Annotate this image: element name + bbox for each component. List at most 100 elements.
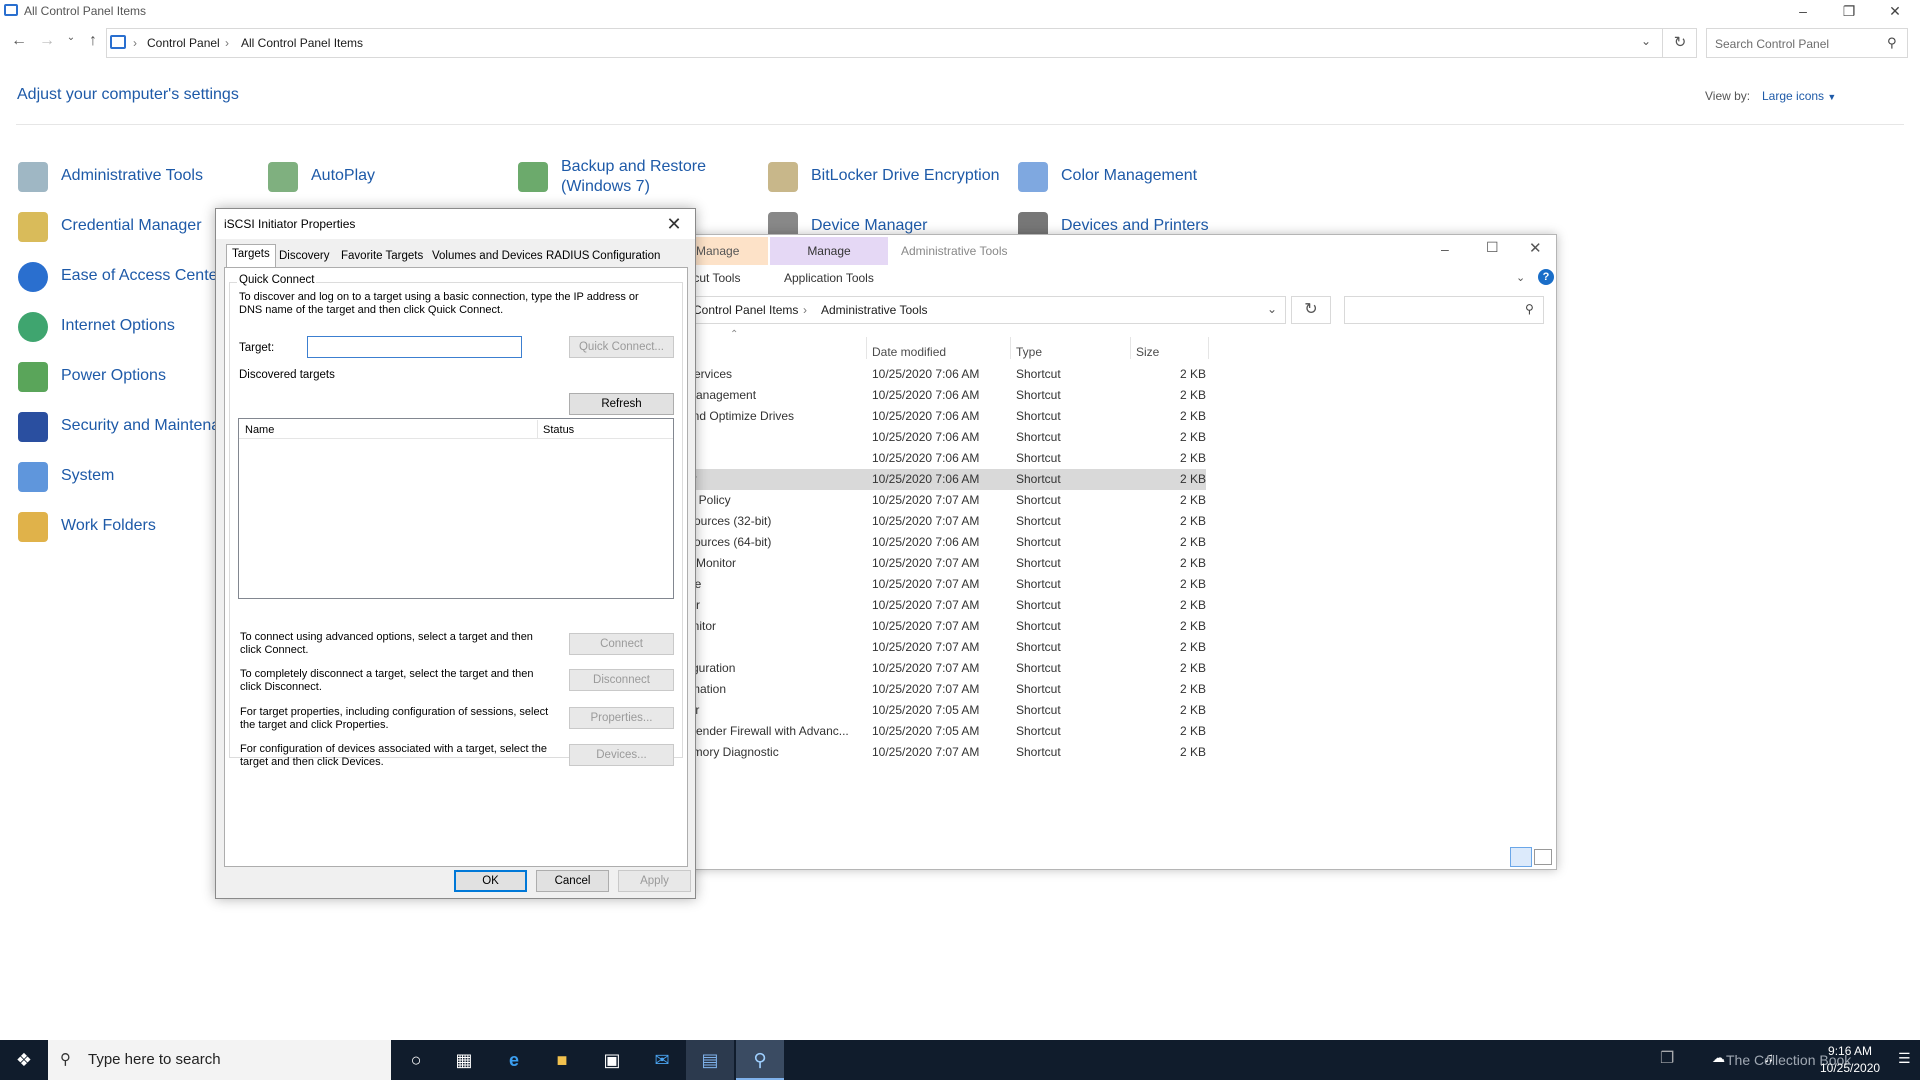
tab-targets[interactable]: Targets — [226, 244, 276, 268]
disconnect-button[interactable]: Disconnect — [569, 669, 674, 691]
table-row[interactable]: rmation 10/25/2020 7:07 AM Shortcut 2 KB — [686, 679, 1206, 700]
disconnect-description: To completely disconnect a target, selec… — [240, 668, 534, 693]
view-by-dropdown[interactable]: Large icons ▼ — [1762, 89, 1836, 103]
cp-item-label: Work Folders — [61, 517, 156, 534]
mail-icon[interactable]: ✉ — [638, 1040, 686, 1080]
breadcrumb-all-items[interactable]: All Control Panel Items — [241, 36, 363, 50]
control-panel-small-icon — [110, 35, 126, 49]
close-button[interactable]: ✕ — [1872, 0, 1918, 22]
table-row[interactable]: Services 10/25/2020 7:06 AM Shortcut 2 KB — [686, 364, 1206, 385]
ok-button[interactable]: OK — [454, 870, 527, 892]
expand-ribbon-icon[interactable]: ⌄ — [1516, 271, 1525, 284]
refresh-icon[interactable]: ↻ — [1662, 28, 1697, 58]
network-icon[interactable]: ☁ — [1712, 1050, 1725, 1066]
target-input[interactable] — [307, 336, 522, 358]
table-row[interactable]: ive10/25/2020 7:07 AMShortcut2 KB — [686, 574, 1206, 595]
table-row[interactable]: e Monitor 10/25/2020 7:07 AM Shortcut 2 KB — [686, 553, 1206, 574]
tab-volumes-and-devices[interactable]: Volumes and Devices — [426, 246, 549, 266]
apply-button[interactable]: Apply — [618, 870, 691, 892]
table-row[interactable]: Management 10/25/2020 7:06 AM Shortcut 2 KB — [686, 385, 1206, 406]
column-type[interactable]: Type — [1016, 345, 1042, 359]
file-name: efender Firewall with Advanc... — [686, 724, 849, 738]
address-dropdown-icon[interactable]: ⌄ — [1267, 302, 1277, 316]
tab-favorite-targets[interactable]: Favorite Targets — [335, 246, 429, 266]
refresh-button[interactable]: Refresh — [569, 393, 674, 415]
back-arrow-icon[interactable]: ← — [8, 32, 30, 50]
file-explorer-icon[interactable]: ■ — [538, 1040, 586, 1080]
volume-icon[interactable]: ♫ — [1764, 1050, 1774, 1065]
list-header — [239, 419, 673, 439]
table-row[interactable]: Sources (32-bit) 10/25/2020 7:07 AM Shortc… — [686, 511, 1206, 532]
admin-search-input[interactable]: ⚲ — [1344, 296, 1544, 324]
table-row[interactable]: ty Policy 10/25/2020 7:07 AM Shortcut 2 KB — [686, 490, 1206, 511]
minimize-button[interactable]: – — [1441, 241, 1449, 257]
edge-browser-icon[interactable]: e — [490, 1040, 538, 1080]
column-date-modified[interactable]: Date modified — [872, 345, 946, 359]
column-size[interactable]: Size — [1136, 345, 1159, 359]
table-row[interactable]: or10/25/2020 7:06 AMShortcut2 KB — [686, 469, 1206, 490]
table-row[interactable]: 10/25/2020 7:07 AM Shortcut 2 KB — [686, 637, 1206, 658]
devices-button[interactable]: Devices... — [569, 744, 674, 766]
table-row[interactable]: tor10/25/2020 7:07 AMShortcut2 KB — [686, 595, 1206, 616]
breadcrumb-administrative-tools[interactable]: Administrative Tools — [821, 303, 928, 317]
table-row[interactable]: r10/25/2020 7:06 AMShortcut2 KB — [686, 448, 1206, 469]
column-divider — [537, 420, 538, 438]
restore-button[interactable]: ❐ — [1826, 0, 1872, 22]
ribbon-tab-manage-shortcut[interactable]: Manage — [686, 237, 768, 265]
breadcrumb-control-panel[interactable]: Control Panel — [147, 36, 220, 50]
column-name[interactable]: Name — [245, 424, 274, 436]
properties-button[interactable]: Properties... — [569, 707, 674, 729]
store-icon[interactable]: ▣ — [588, 1040, 636, 1080]
cortana-icon[interactable]: ○ — [392, 1040, 440, 1080]
breadcrumb-control-panel-items[interactable]: Control Panel Items — [693, 303, 798, 317]
file-date-modified: 10/25/2020 7:06 AM — [872, 430, 980, 444]
table-row[interactable]: ler10/25/2020 7:05 AMShortcut2 KB — [686, 700, 1206, 721]
table-row[interactable]: p10/25/2020 7:06 AMShortcut2 KB — [686, 427, 1206, 448]
discovered-targets-list[interactable]: Name Status — [238, 418, 674, 599]
table-row[interactable]: Sources (64-bit) 10/25/2020 7:06 AM Shortc… — [686, 532, 1206, 553]
taskbar-search-box[interactable]: ⚲ Type here to search — [48, 1040, 391, 1080]
table-row[interactable]: figuration 10/25/2020 7:07 AM Shortcut 2 KB — [686, 658, 1206, 679]
close-icon[interactable]: ✕ — [656, 211, 692, 237]
table-row[interactable]: and Optimize Drives 10/25/2020 7:06 AM Sho… — [686, 406, 1206, 427]
cp-item-label: Power Options — [61, 367, 166, 384]
table-row[interactable]: emory Diagnostic 10/25/2020 7:07 AM Shortc… — [686, 742, 1206, 763]
up-arrow-icon[interactable]: ↑ — [82, 32, 104, 50]
large-icons-view-icon[interactable] — [1534, 849, 1552, 865]
column-status[interactable]: Status — [543, 424, 574, 436]
file-date-modified: 10/25/2020 7:05 AM — [872, 703, 980, 717]
quick-connect-button[interactable]: Quick Connect... — [569, 336, 674, 358]
table-row[interactable]: efender Firewall with Advanc... 10/25/202… — [686, 721, 1206, 742]
ribbon-application-tools[interactable]: Application Tools — [784, 271, 874, 285]
maximize-button[interactable]: ☐ — [1486, 239, 1499, 256]
taskbar-clock[interactable]: 9:16 AM 10/25/2020 — [1820, 1043, 1880, 1077]
file-type: Shortcut — [1016, 535, 1061, 549]
admin-address-bar[interactable]: Control Panel Items › Administrative Too… — [686, 296, 1286, 324]
address-bar[interactable]: › Control Panel › All Control Panel Item… — [106, 28, 1697, 58]
tab-discovery[interactable]: Discovery — [273, 246, 335, 266]
task-view-icon[interactable]: ▦ — [440, 1040, 488, 1080]
file-size: 2 KB — [1180, 514, 1207, 528]
notifications-icon[interactable]: ☰ — [1898, 1050, 1911, 1067]
details-view-icon[interactable] — [1510, 847, 1532, 867]
connect-button[interactable]: Connect — [569, 633, 674, 655]
control-panel-taskbar-icon[interactable]: ▤ — [686, 1040, 734, 1080]
search-control-panel-input[interactable]: Search Control Panel ⚲ — [1706, 28, 1908, 58]
tab-configuration[interactable]: Configuration — [586, 246, 666, 266]
file-type: Shortcut — [1016, 577, 1061, 591]
help-icon[interactable]: ? — [1538, 269, 1554, 285]
address-dropdown-icon[interactable]: ⌄ — [1641, 34, 1651, 48]
windows-start-icon[interactable]: ❖ — [0, 1040, 48, 1080]
quick-connect-description: To discover and log on to a target using… — [239, 291, 639, 316]
cancel-button[interactable]: Cancel — [536, 870, 609, 892]
refresh-icon[interactable]: ↻ — [1291, 296, 1331, 324]
iscsi-taskbar-icon[interactable]: ⚲ — [736, 1040, 784, 1080]
file-name: and Optimize Drives — [686, 409, 795, 423]
forward-arrow-icon[interactable]: → — [36, 32, 58, 50]
file-size: 2 KB — [1180, 577, 1207, 591]
close-button[interactable]: ✕ — [1529, 239, 1542, 257]
ribbon-tab-manage-application[interactable]: Manage — [770, 237, 888, 265]
table-row[interactable]: onitor 10/25/2020 7:07 AM Shortcut 2 KB — [686, 616, 1206, 637]
recent-locations-icon[interactable]: ⌄ — [60, 32, 82, 43]
minimize-button[interactable]: – — [1780, 0, 1826, 22]
